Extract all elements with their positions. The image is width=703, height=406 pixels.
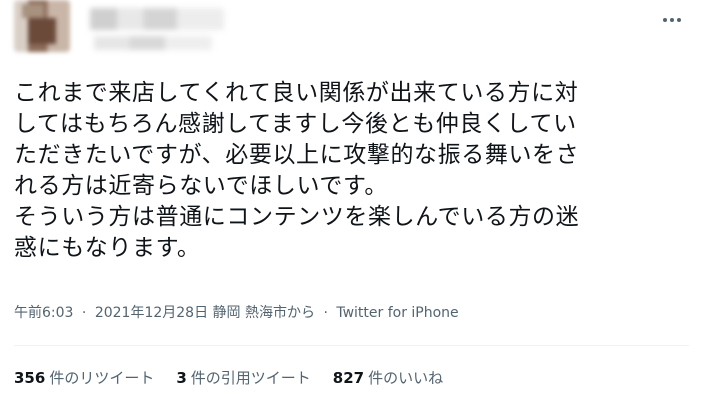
likes-stat[interactable]: 827 件のいいね bbox=[333, 367, 443, 388]
avatar[interactable] bbox=[14, 0, 70, 52]
tweet: これまで来店してくれて良い関係が出来ている方に対 してはもちろん感謝してますし今… bbox=[0, 0, 703, 406]
likes-count: 827 bbox=[332, 369, 365, 387]
tweet-text-line: してはもちろん感謝してますし今後とも仲良くしてい bbox=[14, 111, 577, 137]
quotes-label: 件の引用ツイート bbox=[190, 369, 311, 387]
likes-label: 件のいいね bbox=[368, 369, 444, 387]
retweets-stat[interactable]: 356 件のリツイート bbox=[14, 367, 154, 388]
tweet-date[interactable]: 2021年12月28日 bbox=[95, 305, 208, 321]
meta-separator: · bbox=[323, 305, 328, 321]
author-handle-redacted bbox=[94, 36, 212, 50]
tweet-source-link[interactable]: Twitter for iPhone bbox=[336, 305, 458, 321]
tweet-stats: 356 件のリツイート 3 件の引用ツイート 827 件のいいね bbox=[14, 367, 443, 388]
meta-separator: · bbox=[81, 305, 87, 321]
tweet-time[interactable]: 午前6:03 bbox=[14, 305, 73, 321]
tweet-text-line: これまで来店してくれて良い関係が出来ている方に対 bbox=[14, 80, 579, 106]
tweet-text-line: そういう方は普通にコンテンツを楽しんでいる方の迷 bbox=[14, 204, 580, 230]
retweets-count: 356 bbox=[14, 369, 46, 387]
retweets-label: 件のリツイート bbox=[49, 369, 155, 387]
quotes-count: 3 bbox=[176, 369, 187, 387]
tweet-text: これまで来店してくれて良い関係が出来ている方に対 してはもちろん感謝してますし今… bbox=[14, 78, 694, 264]
tweet-location[interactable]: 静岡 熱海市から bbox=[213, 305, 315, 321]
author-name-redacted[interactable] bbox=[90, 8, 224, 30]
author-header bbox=[14, 0, 654, 58]
tweet-meta: 午前6:03 · 2021年12月28日 静岡 熱海市から · Twitter … bbox=[14, 302, 459, 322]
divider bbox=[14, 345, 689, 346]
tweet-text-line: 惑にもなります。 bbox=[14, 235, 201, 261]
quote-tweets-stat[interactable]: 3 件の引用ツイート bbox=[176, 367, 310, 388]
more-icon[interactable] bbox=[657, 8, 687, 32]
tweet-text-line: ただきたいですが、必要以上に攻撃的な振る舞いをさ bbox=[14, 142, 580, 168]
tweet-text-line: れる方は近寄らないでほしいです。 bbox=[14, 173, 388, 199]
